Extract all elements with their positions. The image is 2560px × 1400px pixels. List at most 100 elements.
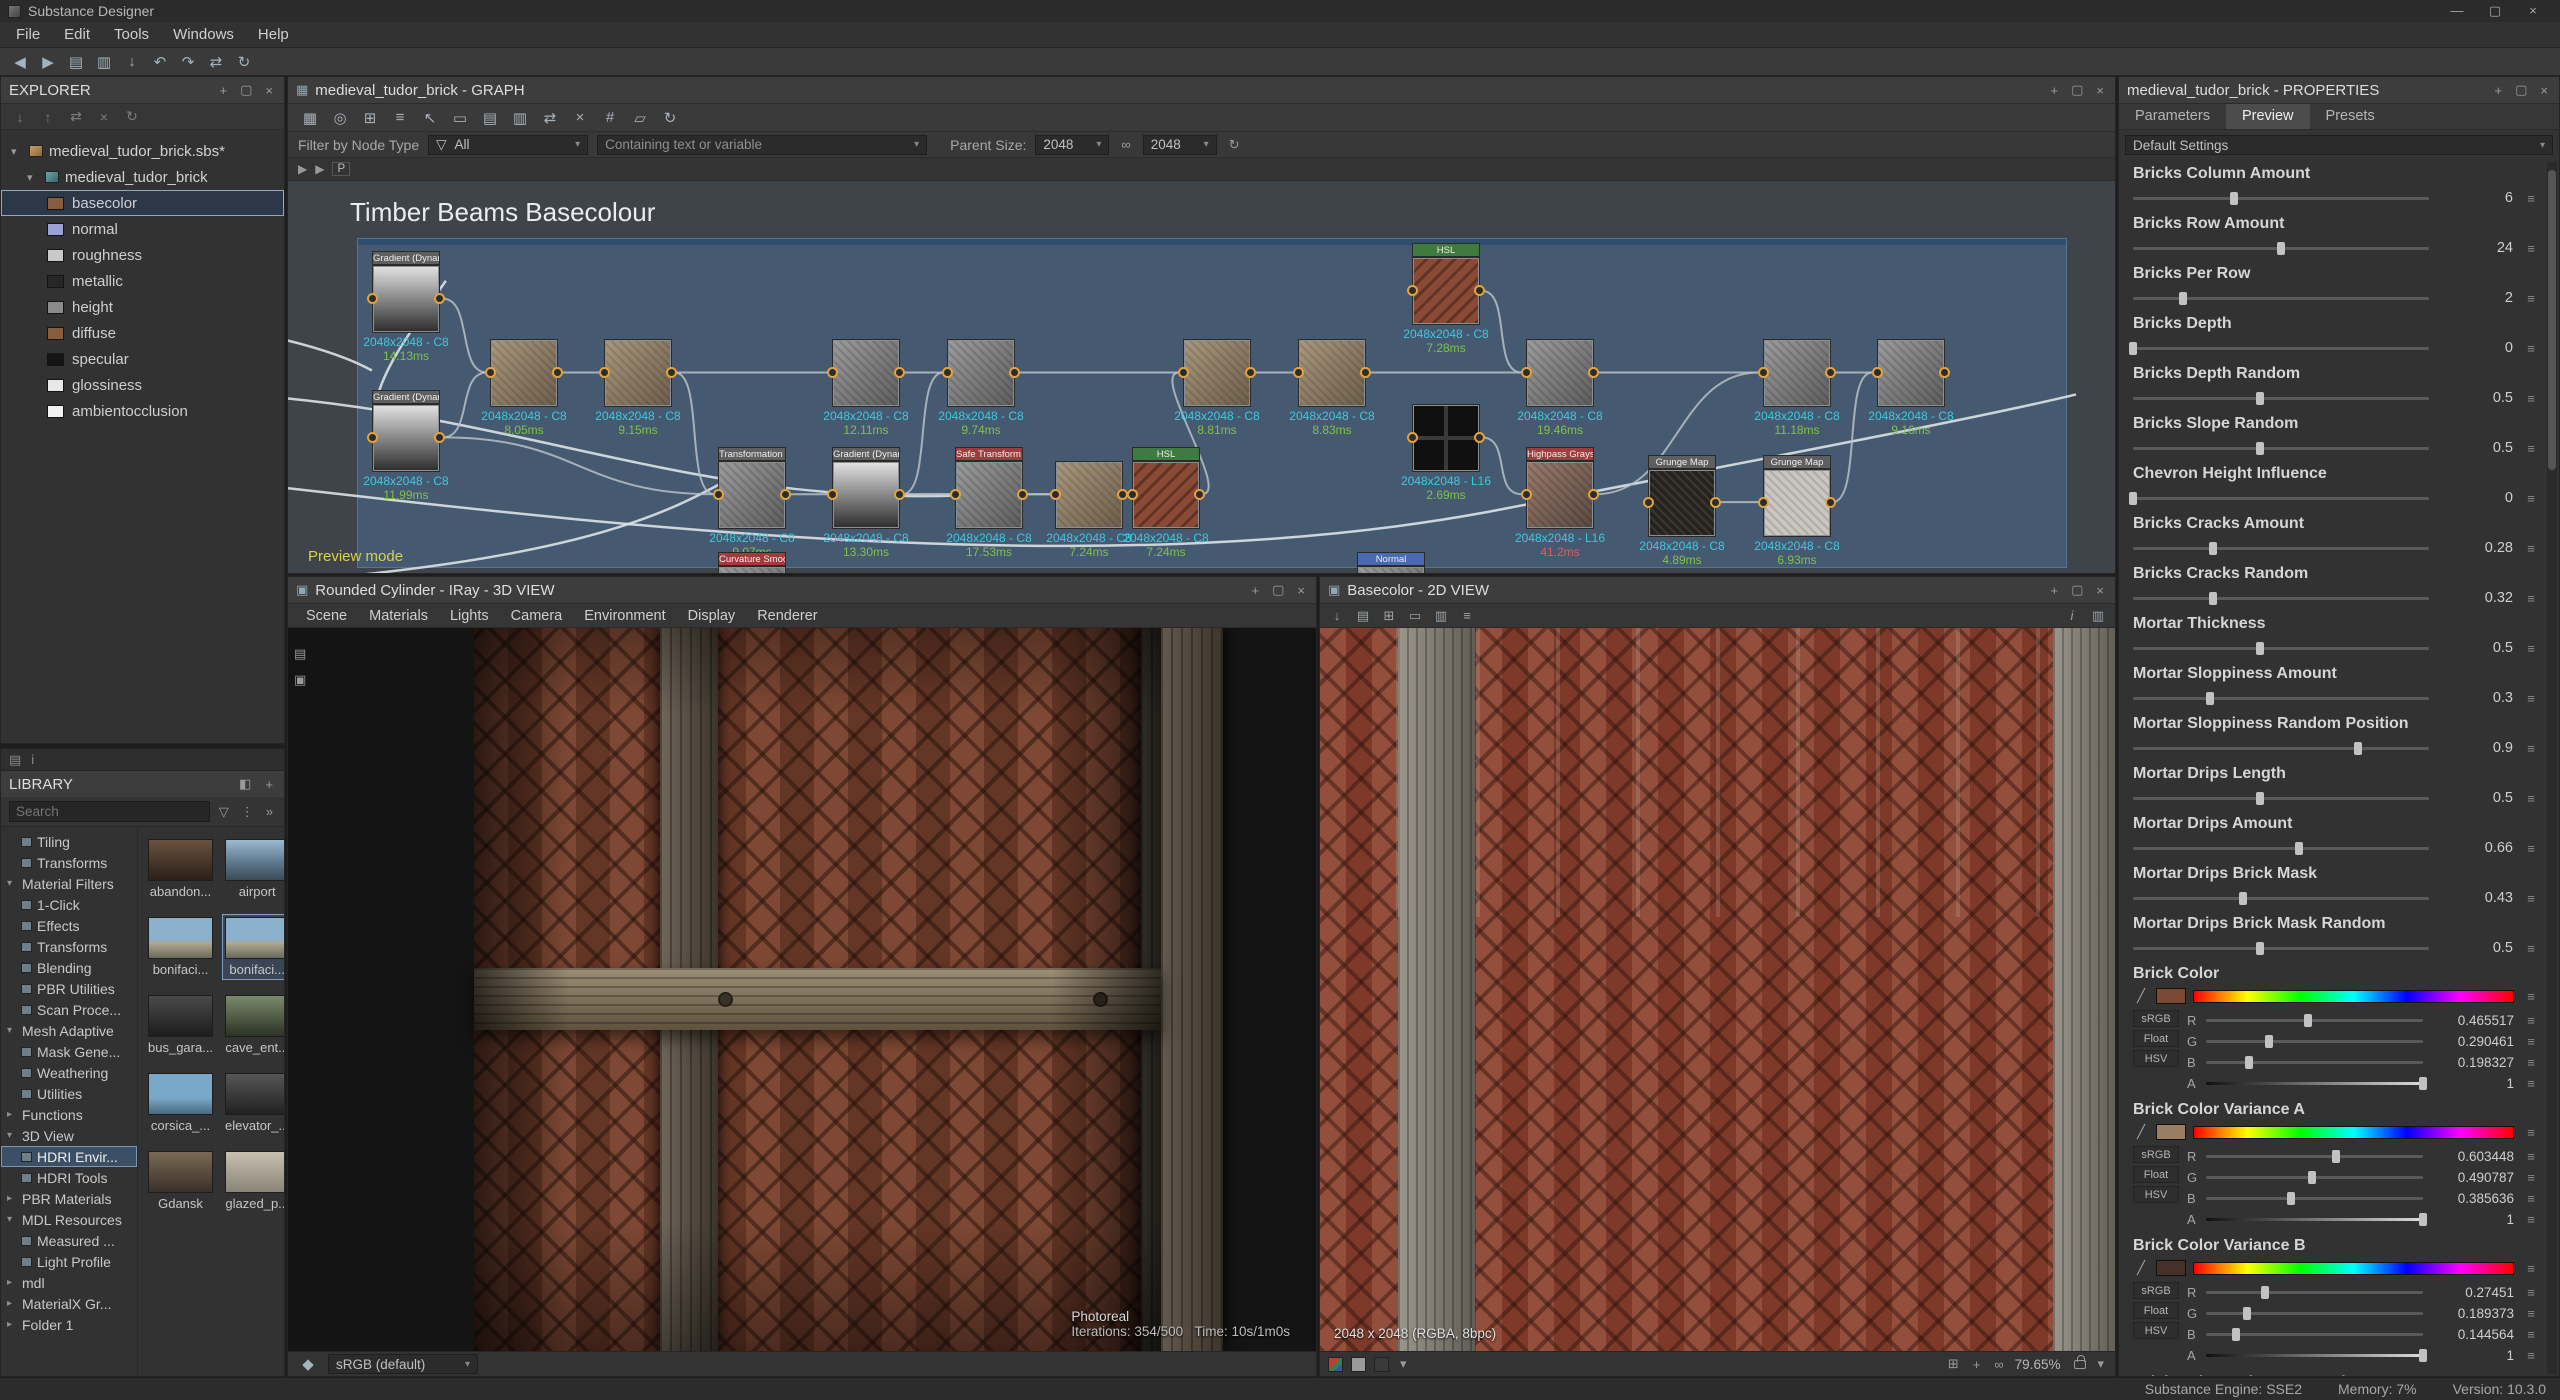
properties-tab[interactable]: Parameters: [2119, 104, 2226, 129]
library-thumbnail[interactable]: bus_gara...: [146, 993, 215, 1057]
function-icon[interactable]: ≡: [2521, 1170, 2541, 1185]
parameter-slider[interactable]: [2133, 947, 2429, 950]
library-tree-item[interactable]: Utilities: [1, 1083, 137, 1104]
pin-icon[interactable]: +: [2048, 83, 2062, 98]
function-icon[interactable]: ≡: [2521, 1212, 2541, 1227]
menu-item[interactable]: File: [4, 23, 52, 46]
graph-toolbar-icon[interactable]: ×: [568, 107, 592, 129]
channel-slider[interactable]: [2206, 1061, 2423, 1064]
graph-toolbar-icon[interactable]: ≡: [388, 107, 412, 129]
menu-item[interactable]: Help: [246, 23, 301, 46]
parameter-slider[interactable]: [2133, 797, 2429, 800]
channel-slider[interactable]: [2206, 1354, 2423, 1357]
node-type-dropdown[interactable]: ▽ All ▾: [428, 135, 588, 155]
library-tree-item[interactable]: HDRI Tools: [1, 1167, 137, 1188]
channel-slider[interactable]: [2206, 1218, 2423, 1221]
view3d-canvas[interactable]: ▤ ▣ Photoreal Iterations: 354/500 Time: …: [288, 628, 1316, 1351]
tiling-grid-icon[interactable]: ⊞: [1945, 1356, 1962, 1372]
more-icon[interactable]: ⋮: [238, 804, 257, 820]
graph-toolbar-icon[interactable]: ▥: [508, 107, 532, 129]
hue-bar[interactable]: [2193, 1262, 2514, 1275]
float-icon[interactable]: ▢: [2068, 82, 2086, 98]
function-icon[interactable]: ≡: [2521, 191, 2541, 206]
close-icon[interactable]: ×: [2537, 83, 2551, 98]
view3d-menu-item[interactable]: Environment: [574, 606, 675, 626]
color-swatch[interactable]: [2156, 1124, 2186, 1140]
properties-tab[interactable]: Preview: [2226, 104, 2310, 129]
hue-bar[interactable]: [2193, 1126, 2514, 1139]
graph-canvas[interactable]: Timber Beams Basecolour Gradient (Dynami…: [288, 181, 2115, 573]
channel-value[interactable]: 1: [2430, 1348, 2514, 1363]
function-icon[interactable]: ≡: [2521, 1034, 2541, 1049]
color-mode-button[interactable]: sRGB: [2133, 1010, 2179, 1027]
float-icon[interactable]: ▢: [1269, 582, 1287, 598]
graph-node[interactable]: 2048x2048 - C8 8.83ms: [1299, 340, 1365, 437]
graph-node[interactable]: 2048x2048 - C8 12.11ms: [833, 340, 899, 437]
toolbar-icon[interactable]: ↻: [232, 51, 256, 73]
explorer-toolbar-icon[interactable]: ↓: [11, 106, 29, 128]
parameter-slider[interactable]: [2133, 497, 2429, 500]
parameter-value[interactable]: 0.5: [2437, 440, 2513, 456]
library-tree-item[interactable]: ▾ MDL Resources: [1, 1209, 137, 1230]
graph-toolbar-icon[interactable]: ▦: [298, 107, 322, 129]
search-input[interactable]: [9, 801, 210, 822]
toolbar-icon[interactable]: ⇄: [204, 51, 228, 73]
output-row[interactable]: specular: [1, 346, 284, 372]
parameter-value[interactable]: 0.28: [2437, 540, 2513, 556]
channel-value[interactable]: 1: [2430, 1076, 2514, 1091]
library-thumbnail[interactable]: glazed_p...: [223, 1149, 284, 1213]
function-icon[interactable]: ≡: [2521, 989, 2541, 1004]
play-icon[interactable]: ▶: [298, 162, 307, 176]
graph-toolbar-icon[interactable]: ↻: [658, 107, 682, 129]
function-icon[interactable]: ≡: [2521, 391, 2541, 406]
slider-handle[interactable]: [2265, 1035, 2273, 1048]
lock-icon[interactable]: [2074, 1360, 2086, 1369]
parameter-value[interactable]: 0: [2437, 490, 2513, 506]
slider-handle[interactable]: [2287, 1192, 2295, 1205]
library-thumbnail[interactable]: bonifaci...: [146, 915, 215, 979]
parameter-value[interactable]: 0: [2437, 340, 2513, 356]
parameter-slider[interactable]: [2133, 197, 2429, 200]
function-icon[interactable]: ≡: [2521, 491, 2541, 506]
channel-value[interactable]: 0.189373: [2430, 1306, 2514, 1321]
library-thumbnail[interactable]: elevator_...: [223, 1071, 284, 1135]
view2d-toolbar-icon[interactable]: ≡: [1458, 607, 1476, 625]
channel-value[interactable]: 0.490787: [2430, 1170, 2514, 1185]
color-mode-button[interactable]: sRGB: [2133, 1146, 2179, 1163]
function-icon[interactable]: ≡: [2521, 841, 2541, 856]
graph-toolbar-icon[interactable]: #: [598, 107, 622, 129]
channel-slider[interactable]: [2206, 1291, 2423, 1294]
caret-icon[interactable]: ▸: [7, 1109, 17, 1120]
color-swatch[interactable]: [2156, 988, 2186, 1004]
graph-node[interactable]: Normal: [1358, 567, 1424, 573]
view2d-toolbar-icon[interactable]: ⊞: [1380, 607, 1398, 625]
slider-handle[interactable]: [2129, 492, 2137, 505]
parameter-value[interactable]: 0.5: [2437, 390, 2513, 406]
color-mode-button[interactable]: sRGB: [2133, 1282, 2179, 1299]
view3d-menu-item[interactable]: Scene: [296, 606, 357, 626]
library-tree-item[interactable]: Transforms: [1, 852, 137, 873]
function-icon[interactable]: ≡: [2521, 741, 2541, 756]
channel-value[interactable]: 0.290461: [2430, 1034, 2514, 1049]
function-icon[interactable]: ≡: [2521, 1348, 2541, 1363]
parameter-value[interactable]: 0.32: [2437, 590, 2513, 606]
channel-slider[interactable]: [2206, 1312, 2423, 1315]
channel-slider[interactable]: [2206, 1082, 2423, 1085]
graph-node[interactable]: 2048x2048 - C8 19.46ms: [1527, 340, 1593, 437]
slider-handle[interactable]: [2243, 1307, 2251, 1320]
library-edit-icon[interactable]: +: [262, 777, 276, 792]
graph-node[interactable]: Grunge Map 2048x2048 - C8 4.89ms: [1649, 470, 1715, 567]
graph-node[interactable]: HSL 2048x2048 - C8 7.28ms: [1413, 258, 1479, 355]
scrollbar-thumb[interactable]: [2548, 170, 2556, 470]
graph-toolbar-icon[interactable]: ◎: [328, 107, 352, 129]
parameter-value[interactable]: 0.5: [2437, 790, 2513, 806]
slider-handle[interactable]: [2209, 542, 2217, 555]
parameter-slider[interactable]: [2133, 697, 2429, 700]
library-thumbnail[interactable]: corsica_...: [146, 1071, 215, 1135]
parameter-slider[interactable]: [2133, 547, 2429, 550]
parameter-slider[interactable]: [2133, 747, 2429, 750]
histogram-icon[interactable]: ▥: [2089, 607, 2107, 625]
graph-node[interactable]: Gradient (Dynamic) 2048x2048 - C8 13.30m…: [833, 462, 899, 559]
graph-node[interactable]: Curvature Smooth: [719, 567, 785, 573]
channel-gray-icon[interactable]: [1351, 1357, 1366, 1372]
